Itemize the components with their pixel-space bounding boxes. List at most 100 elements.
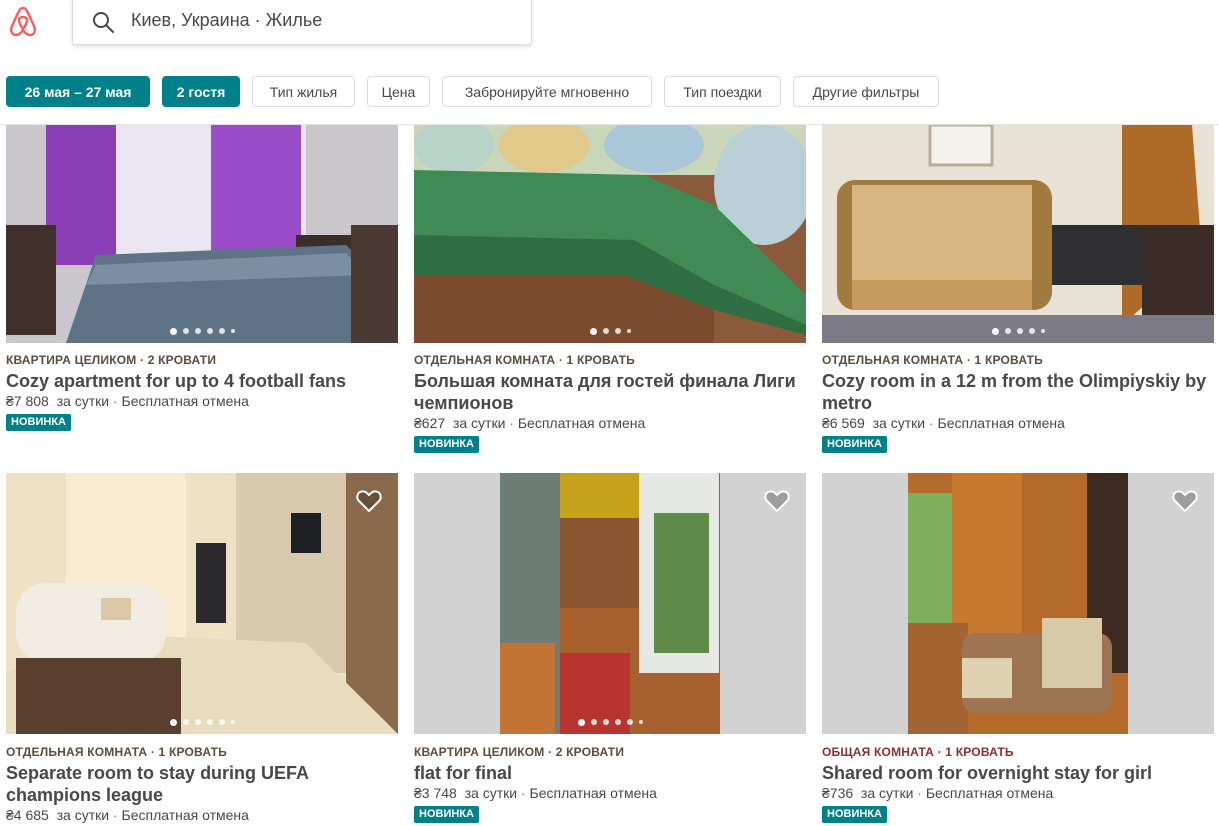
listing-card[interactable]: ОТДЕЛЬНАЯ КОМНАТА · 1 КРОВАТЬ Separate r… — [6, 473, 398, 826]
listing-photo[interactable] — [414, 473, 806, 734]
new-badge: НОВИНКА — [414, 806, 479, 823]
carousel-dot[interactable] — [991, 328, 999, 335]
listing-price-line: ₴6 569 за сутки · Бесплатная отмена — [822, 415, 1065, 431]
carousel-dot[interactable] — [1040, 329, 1045, 333]
instant-book-filter-button[interactable]: Забронируйте мгновенно — [442, 76, 652, 107]
carousel-dot[interactable] — [218, 719, 225, 725]
listing-price: ₴736 — [822, 785, 854, 801]
listing-title[interactable]: flat for final — [414, 762, 806, 784]
new-badge: НОВИНКА — [822, 806, 887, 823]
listing-price-line: ₴3 748 за сутки · Бесплатная отмена — [414, 785, 657, 801]
separator: · — [917, 785, 922, 801]
listing-title[interactable]: Большая комната для гостей финала Лиги ч… — [414, 370, 806, 414]
listing-photo[interactable] — [6, 473, 398, 734]
carousel-dots[interactable] — [414, 719, 806, 726]
listing-type: ОБЩАЯ КОМНАТА · 1 КРОВАТЬ — [822, 745, 1014, 759]
trip-type-filter-button[interactable]: Тип поездки — [664, 76, 781, 107]
listing-title[interactable]: Separate room to stay during UEFA champi… — [6, 762, 398, 806]
carousel-dot[interactable] — [626, 329, 631, 333]
carousel-dots[interactable] — [6, 719, 398, 726]
listing-price-period: за сутки — [452, 415, 506, 431]
carousel-dot[interactable] — [577, 719, 585, 726]
carousel-dot[interactable] — [1028, 328, 1035, 334]
listing-card[interactable]: ОБЩАЯ КОМНАТА · 1 КРОВАТЬ Shared room fo… — [822, 473, 1214, 826]
listing-cancellation: Бесплатная отмена — [517, 415, 646, 431]
new-badge: НОВИНКА — [822, 436, 887, 453]
listing-cancellation: Бесплатная отмена — [121, 807, 249, 823]
carousel-dot[interactable] — [206, 719, 213, 725]
carousel-dot[interactable] — [638, 720, 643, 724]
search-text: Киев, Украина · Жилье — [131, 10, 323, 30]
carousel-dots[interactable] — [822, 328, 1214, 335]
carousel-dot[interactable] — [230, 720, 235, 724]
listing-photo[interactable] — [822, 473, 1214, 734]
listing-card[interactable]: ОТДЕЛЬНАЯ КОМНАТА · 1 КРОВАТЬ Cozy room … — [822, 125, 1214, 455]
carousel-dot[interactable] — [626, 719, 633, 725]
carousel-dot[interactable] — [1004, 328, 1011, 334]
listing-photo-image — [414, 473, 806, 734]
listing-price-period: за сутки — [56, 393, 110, 409]
carousel-dots[interactable] — [6, 328, 398, 335]
carousel-dot[interactable] — [206, 328, 213, 334]
listing-title[interactable]: Cozy room in a 12 m from the Olimpiyskiy… — [822, 370, 1214, 414]
listing-price-period: за сутки — [464, 785, 518, 801]
carousel-dot[interactable] — [590, 719, 597, 725]
more-filters-button[interactable]: Другие фильтры — [793, 76, 939, 107]
listing-type: ОТДЕЛЬНАЯ КОМНАТА · 1 КРОВАТЬ — [822, 353, 1043, 367]
carousel-dot[interactable] — [1016, 328, 1023, 334]
search-input[interactable]: Киев, Украина · Жилье — [72, 0, 532, 45]
listing-price-line: ₴627 за сутки · Бесплатная отмена — [414, 415, 645, 431]
filter-bar: 26 мая – 27 мая 2 гостя Тип жилья Цена З… — [0, 62, 1219, 125]
home-type-filter-button[interactable]: Тип жилья — [252, 76, 355, 107]
carousel-dot[interactable] — [602, 719, 609, 725]
listing-cancellation: Бесплатная отмена — [121, 393, 249, 409]
carousel-dots[interactable] — [414, 328, 806, 335]
carousel-dot[interactable] — [194, 328, 201, 334]
heart-icon[interactable] — [764, 489, 790, 513]
carousel-dot[interactable] — [182, 719, 189, 725]
listing-cancellation: Бесплатная отмена — [529, 785, 657, 801]
separator: · — [112, 807, 118, 823]
carousel-dot[interactable] — [614, 719, 621, 725]
heart-icon[interactable] — [1172, 489, 1198, 513]
listing-photo-image — [414, 125, 806, 343]
dates-filter-button[interactable]: 26 мая – 27 мая — [6, 76, 150, 107]
listing-price: ₴6 569 — [822, 415, 865, 431]
listing-title[interactable]: Cozy apartment for up to 4 football fans — [6, 370, 398, 392]
carousel-dot[interactable] — [182, 328, 189, 334]
listing-price-line: ₴7 808 за сутки · Бесплатная отмена — [6, 393, 249, 409]
listing-photo-image — [6, 125, 398, 343]
listing-cancellation: Бесплатная отмена — [937, 415, 1065, 431]
new-badge: НОВИНКА — [6, 414, 71, 431]
price-filter-button[interactable]: Цена — [367, 76, 430, 107]
listing-price: ₴7 808 — [6, 393, 49, 409]
separator: · — [928, 415, 934, 431]
carousel-dot[interactable] — [614, 328, 621, 334]
guests-filter-button[interactable]: 2 гостя — [162, 76, 240, 107]
listing-photo[interactable] — [414, 125, 806, 343]
listing-photo-image — [6, 473, 398, 734]
listing-card[interactable]: КВАРТИРА ЦЕЛИКОМ · 2 КРОВАТИ flat for fi… — [414, 473, 806, 826]
carousel-dot[interactable] — [602, 328, 609, 334]
carousel-dot[interactable] — [169, 328, 177, 335]
listing-price-period: за сутки — [860, 785, 914, 801]
listing-title[interactable]: Shared room for overnight stay for girl — [822, 762, 1214, 784]
listing-price-period: за сутки — [872, 415, 926, 431]
carousel-dot[interactable] — [589, 328, 597, 335]
listing-photo[interactable] — [822, 125, 1214, 343]
listing-type: КВАРТИРА ЦЕЛИКОМ · 2 КРОВАТИ — [6, 353, 217, 367]
listing-photo[interactable] — [6, 125, 398, 343]
listing-card[interactable]: ОТДЕЛЬНАЯ КОМНАТА · 1 КРОВАТЬ Большая ко… — [414, 125, 806, 455]
airbnb-logo[interactable] — [6, 4, 40, 38]
new-badge: НОВИНКА — [414, 436, 479, 453]
listing-photo-image — [822, 125, 1214, 343]
carousel-dot[interactable] — [230, 329, 235, 333]
listing-price-period: за сутки — [56, 807, 110, 823]
carousel-dot[interactable] — [194, 719, 201, 725]
listing-price-line: ₴4 685 за сутки · Бесплатная отмена — [6, 807, 249, 823]
heart-icon[interactable] — [356, 489, 382, 513]
listing-type: ОТДЕЛЬНАЯ КОМНАТА · 1 КРОВАТЬ — [414, 353, 635, 367]
carousel-dot[interactable] — [218, 328, 225, 334]
carousel-dot[interactable] — [169, 719, 177, 726]
listing-card[interactable]: КВАРТИРА ЦЕЛИКОМ · 2 КРОВАТИ Cozy apartm… — [6, 125, 398, 445]
